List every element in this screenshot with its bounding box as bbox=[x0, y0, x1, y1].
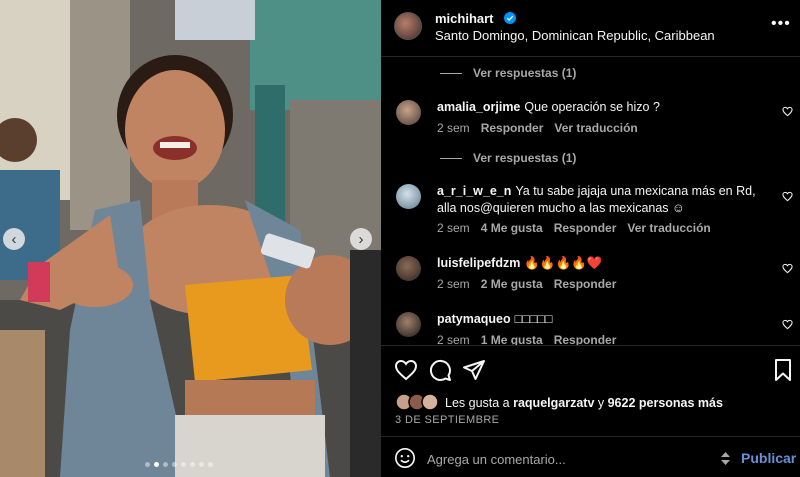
likes-middle: y bbox=[594, 396, 608, 410]
author-username[interactable]: michihart bbox=[435, 11, 494, 26]
post-side-panel: michihart Santo Domingo, Dominican Repub… bbox=[381, 0, 800, 477]
view-replies-label: Ver respuestas (1) bbox=[473, 66, 577, 80]
emoji-icon[interactable] bbox=[394, 447, 416, 469]
liker-username[interactable]: raquelgarzatv bbox=[513, 396, 594, 410]
verified-badge-icon bbox=[504, 12, 516, 24]
comment-meta: 2 sem 2 Me gusta Responder bbox=[437, 277, 616, 291]
publish-button[interactable]: Publicar bbox=[741, 450, 796, 466]
likes-count[interactable]: 9622 personas más bbox=[608, 396, 723, 410]
comment-text: amalia_orjime Que operación se hizo ? bbox=[437, 99, 762, 116]
comment-text: a_r_i_w_e_n Ya tu sabe jajaja una mexican… bbox=[437, 183, 762, 217]
commenter-avatar[interactable] bbox=[396, 256, 421, 281]
comment-username[interactable]: luisfelipefdzm bbox=[437, 256, 520, 270]
likers-avatars[interactable] bbox=[395, 393, 443, 411]
commenter-avatar[interactable] bbox=[396, 100, 421, 125]
carousel-dot bbox=[181, 462, 186, 467]
comment-like-count[interactable]: 1 Me gusta bbox=[481, 333, 543, 345]
comment-like-heart-icon[interactable] bbox=[782, 263, 793, 274]
carousel-dot bbox=[163, 462, 168, 467]
heart-icon[interactable] bbox=[394, 358, 418, 382]
comment-icon[interactable] bbox=[428, 358, 452, 382]
comment-text: patymaqueo □□□□□ bbox=[437, 311, 762, 328]
carousel-dot bbox=[199, 462, 204, 467]
comment-like-heart-icon[interactable] bbox=[782, 191, 793, 202]
reply-button[interactable]: Responder bbox=[481, 121, 544, 135]
comment-time: 2 sem bbox=[437, 277, 470, 291]
reply-button[interactable]: Responder bbox=[554, 277, 617, 291]
comment-username[interactable]: a_r_i_w_e_n bbox=[437, 184, 511, 198]
likes-prefix: Les gusta a bbox=[445, 396, 514, 410]
replies-line bbox=[440, 157, 462, 159]
reply-button[interactable]: Responder bbox=[554, 333, 617, 345]
comment-meta: 2 sem 4 Me gusta Responder Ver traducció… bbox=[437, 221, 711, 235]
chevron-left-icon: ‹ bbox=[11, 230, 17, 248]
likes-summary: Les gusta a raquelgarzatv y 9622 persona… bbox=[445, 396, 723, 410]
carousel-dot bbox=[172, 462, 177, 467]
more-options-icon[interactable]: ••• bbox=[771, 15, 791, 33]
post-photo: ‹ › bbox=[0, 0, 381, 477]
view-replies-label: Ver respuestas (1) bbox=[473, 151, 577, 165]
comment-like-count[interactable]: 2 Me gusta bbox=[481, 277, 543, 291]
view-replies-button[interactable]: Ver respuestas (1) bbox=[440, 151, 576, 165]
comment-input[interactable] bbox=[427, 448, 707, 470]
comment-username[interactable]: amalia_orjime bbox=[437, 100, 520, 114]
send-icon[interactable] bbox=[462, 358, 486, 382]
carousel-dot bbox=[154, 462, 159, 467]
comment-text: luisfelipefdzm 🔥🔥🔥🔥❤️ bbox=[437, 255, 762, 272]
carousel-indicator bbox=[145, 462, 213, 467]
comment-like-heart-icon[interactable] bbox=[782, 319, 793, 330]
post-header: michihart Santo Domingo, Dominican Repub… bbox=[381, 0, 800, 57]
reply-button[interactable]: Responder bbox=[554, 221, 617, 235]
commenter-avatar[interactable] bbox=[396, 312, 421, 337]
replies-line bbox=[440, 72, 462, 74]
commenter-avatar[interactable] bbox=[396, 184, 421, 209]
comment-content: Que operación se hizo ? bbox=[524, 100, 660, 114]
comment-time: 2 sem bbox=[437, 221, 470, 235]
post-location[interactable]: Santo Domingo, Dominican Republic, Carib… bbox=[435, 28, 715, 43]
view-replies-button[interactable]: Ver respuestas (1) bbox=[440, 66, 576, 80]
scroll-handle-icon bbox=[721, 452, 730, 465]
carousel-next-button[interactable]: › bbox=[350, 228, 372, 250]
carousel-dot bbox=[208, 462, 213, 467]
comment-meta: 2 sem Responder Ver traducción bbox=[437, 121, 638, 135]
comment-time: 2 sem bbox=[437, 333, 470, 345]
comment-meta: 2 sem 1 Me gusta Responder bbox=[437, 333, 616, 345]
translate-button[interactable]: Ver traducción bbox=[554, 121, 637, 135]
comments-list[interactable]: Ver respuestas (1) amalia_orjime Que oper… bbox=[381, 58, 800, 345]
post-actions: Les gusta a raquelgarzatv y 9622 persona… bbox=[381, 345, 800, 477]
carousel-prev-button[interactable]: ‹ bbox=[3, 228, 25, 250]
post-date: 3 DE SEPTIEMBRE bbox=[395, 414, 500, 426]
comment-like-count[interactable]: 4 Me gusta bbox=[481, 221, 543, 235]
translate-button[interactable]: Ver traducción bbox=[627, 221, 710, 235]
photo-illustration bbox=[0, 0, 381, 477]
carousel-dot bbox=[190, 462, 195, 467]
comment-like-heart-icon[interactable] bbox=[782, 106, 793, 117]
comment-time: 2 sem bbox=[437, 121, 470, 135]
carousel-dot bbox=[145, 462, 150, 467]
comment-content: □□□□□ bbox=[514, 312, 553, 326]
comment-username[interactable]: patymaqueo bbox=[437, 312, 511, 326]
bookmark-icon[interactable] bbox=[771, 358, 795, 382]
author-avatar[interactable] bbox=[394, 12, 422, 40]
chevron-right-icon: › bbox=[358, 230, 364, 248]
comment-content: 🔥🔥🔥🔥❤️ bbox=[524, 256, 603, 270]
add-comment-bar: Publicar bbox=[381, 436, 800, 477]
